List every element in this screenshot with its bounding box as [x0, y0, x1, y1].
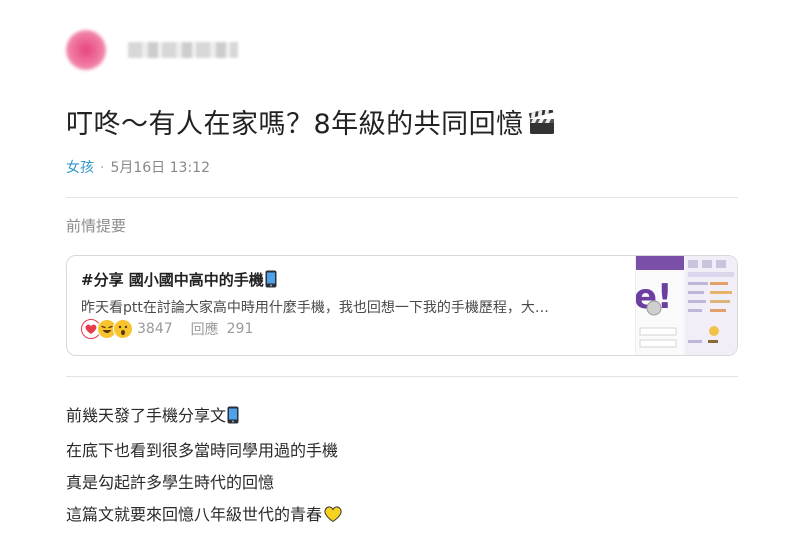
author-name-blurred: [128, 42, 238, 58]
reply-label: 回應: [190, 322, 219, 338]
meta-separator: ·: [100, 160, 105, 176]
thumbnail-image: e!: [634, 256, 737, 355]
mobile-phone-icon: [227, 403, 239, 435]
yellow-heart-icon: [323, 502, 343, 533]
body-line: 前幾天發了手機分享文: [66, 400, 343, 435]
post-title-text: 叮咚～有人在家嗎？8年級的共同回憶: [66, 109, 524, 140]
clapperboard-icon: [528, 107, 556, 143]
body-line: 真是勾起許多學生時代的回憶: [66, 473, 275, 492]
divider: [66, 197, 738, 198]
reaction-count: 3847: [137, 321, 173, 337]
linked-post-title: #分享 國小國中高中的手機: [81, 269, 277, 292]
reply-count: 291: [226, 321, 254, 337]
body-line: 這篇文就要來回憶八年級世代的青春: [66, 499, 343, 533]
linked-post-title-text: #分享 國小國中高中的手機: [81, 271, 264, 289]
body-line-text: 前幾天發了手機分享文: [66, 406, 227, 425]
reaction-icons: [81, 319, 133, 339]
post-meta: 女孩 · 5月16日 13:12: [66, 157, 210, 177]
post-date: 5月16日 13:12: [110, 160, 210, 176]
author-row[interactable]: [66, 30, 238, 70]
linked-post-excerpt: 昨天看ptt在討論大家高中時用什麼手機，我也回想一下我的手機歷程，大…: [81, 300, 549, 316]
linked-post-card[interactable]: #分享 國小國中高中的手機 昨天看ptt在討論大家高中時用什麼手機，我也回想一下…: [66, 255, 738, 356]
linked-post-stats: 3847 回應 291: [81, 319, 253, 339]
mobile-phone-icon: [265, 270, 277, 292]
section-label-prior: 前情提要: [66, 217, 127, 235]
avatar[interactable]: [66, 30, 106, 70]
body-line: 在底下也看到很多當時同學用過的手機: [66, 441, 339, 460]
post-title: 叮咚～有人在家嗎？8年級的共同回憶: [66, 102, 556, 143]
divider: [66, 376, 738, 377]
body-line-text: 這篇文就要來回憶八年級世代的青春: [66, 505, 323, 524]
linked-post-thumbnail[interactable]: e!: [634, 256, 737, 355]
wow-reaction-icon: [113, 319, 133, 339]
post-page: 叮咚～有人在家嗎？8年級的共同回憶 女孩 · 5月16日 13:12 前情提要: [0, 0, 800, 533]
post-body: 前幾天發了手機分享文 在底下也看到很多當時同學用過的手機 真是勾起許多學生時代的…: [66, 400, 343, 533]
board-link[interactable]: 女孩: [66, 160, 94, 176]
